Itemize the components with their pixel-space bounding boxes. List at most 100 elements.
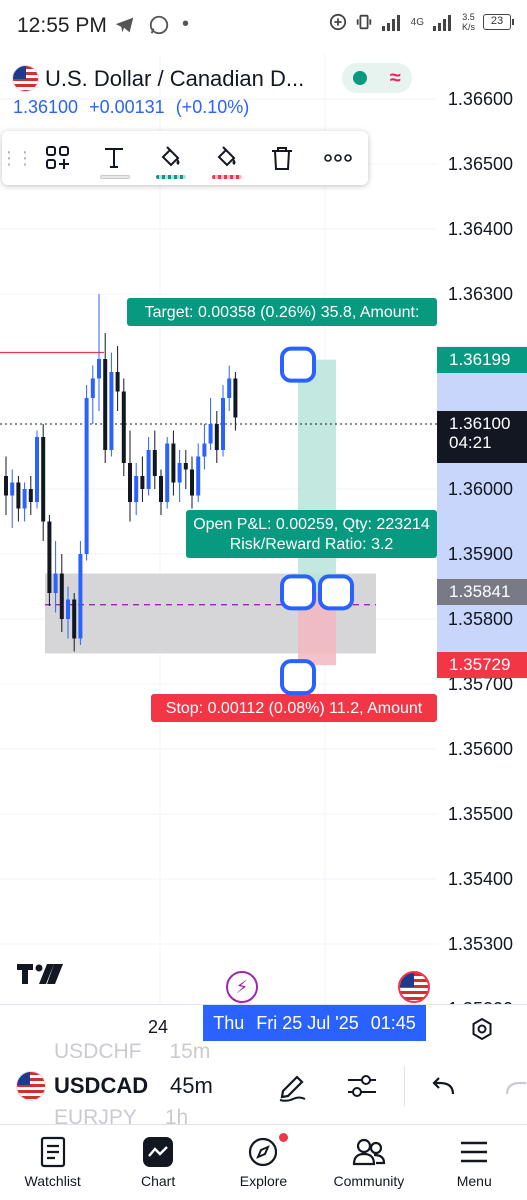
candle-up [90, 378, 95, 398]
tradingview-logo-icon [17, 964, 63, 984]
candle-down [16, 482, 21, 509]
nav-community[interactable]: Community [316, 1125, 421, 1200]
next-symbol-ghost: EURJPY 1h [54, 1106, 189, 1124]
lightning-event-icon[interactable]: ⚡ [226, 971, 258, 1003]
candle-down [128, 463, 132, 502]
drawing-toolbar: ⋮⋮ [0, 131, 368, 185]
candle-up [177, 463, 182, 483]
price-chart[interactable]: Target: 0.00358 (0.26%) 35.8, Amount: Op… [0, 54, 527, 1004]
toolbar-divider [404, 1066, 405, 1106]
target-handle[interactable] [280, 346, 316, 383]
crosshair-time-label: Thu Fri 25 Jul '25 01:45 [203, 1005, 426, 1041]
candle-up [78, 554, 83, 639]
target-price-tag: 1.36199 [437, 346, 527, 373]
candle-up [109, 372, 114, 450]
network-speed: 3.5 K/s [461, 12, 475, 32]
candle-up [84, 398, 89, 554]
community-icon [352, 1138, 385, 1166]
market-status-pill[interactable]: ≈ [342, 63, 412, 93]
entry-handle-right[interactable] [318, 574, 354, 611]
us-flag-icon [12, 65, 39, 92]
vibrate-icon [356, 14, 371, 30]
menu-icon [461, 1141, 488, 1163]
stop-color-icon [217, 146, 236, 167]
candle-down [72, 599, 77, 639]
price-change: +0.00131 [89, 97, 165, 117]
price-tick-label: 1.35300 [447, 934, 513, 954]
countdown-label: 04:21 [449, 433, 492, 452]
more-button[interactable] [310, 131, 366, 185]
last-price-tag: 1.36100 04:21 [437, 411, 527, 463]
indicators-button[interactable] [342, 1068, 382, 1104]
candle-up [35, 437, 39, 502]
text-button[interactable] [86, 131, 142, 185]
nav-chart[interactable]: Chart [105, 1125, 210, 1200]
us-event-flag-icon[interactable] [398, 971, 430, 1003]
stop-color-button[interactable] [198, 131, 254, 185]
network-type: 4G [410, 16, 424, 28]
nav-menu[interactable]: Menu [422, 1125, 527, 1200]
candle-down [103, 359, 108, 450]
status-notification-icons: • [114, 13, 189, 36]
candle-up [221, 398, 225, 450]
symbol-selector[interactable]: USDCAD [54, 1073, 148, 1099]
candle-down [159, 476, 163, 502]
status-system-icons: 4G 3.5 K/s 23 [329, 12, 514, 32]
delete-button[interactable] [254, 131, 310, 185]
status-bar: 12:55 PM • 4G 3.5 K/s 23 [0, 0, 527, 54]
object-tree-button[interactable] [30, 131, 86, 185]
add-circle-icon [329, 13, 346, 31]
price-tick-label: 1.35400 [447, 869, 513, 889]
undo-icon [432, 1077, 455, 1095]
chart-area[interactable]: Target: 0.00358 (0.26%) 35.8, Amount: Op… [0, 54, 527, 1004]
stop-price-tag: 1.35729 [437, 652, 527, 679]
drag-handle-icon[interactable]: ⋮⋮ [0, 131, 34, 185]
candle-down [214, 424, 219, 450]
usdcad-flag-icon [16, 1071, 46, 1101]
entry-handle-left[interactable] [280, 574, 316, 611]
candle-down [4, 476, 8, 496]
entry-price-tag: 1.35841 [437, 579, 527, 606]
price-change-percent: (+0.10%) [175, 97, 250, 117]
sliders-icon [348, 1075, 376, 1097]
candle-up [66, 599, 70, 619]
candle-up [208, 424, 213, 444]
watchlist-icon [40, 1136, 65, 1168]
chart-settings-icon[interactable] [470, 1017, 494, 1041]
pnl-label: Risk/Reward Ratio: 3.2 [230, 536, 394, 553]
candle-down [233, 378, 238, 418]
status-time: 12:55 PM [17, 14, 107, 37]
candle-up [165, 443, 170, 502]
wave-icon: ≈ [389, 67, 401, 89]
candle-up [146, 450, 151, 489]
redo-icon [505, 1081, 526, 1095]
more-notifications-icon: • [182, 13, 190, 35]
candle-down [59, 573, 64, 619]
stop-color-swatch [212, 175, 242, 179]
whatsapp-icon [149, 15, 169, 34]
symbol-header[interactable]: U.S. Dollar / Canadian D... [12, 65, 304, 92]
signal-2-icon [432, 15, 451, 31]
nav-explore[interactable]: Explore [211, 1125, 316, 1200]
candle-up [53, 573, 58, 593]
object-tree-icon [46, 146, 69, 169]
candle-down [28, 489, 33, 502]
battery-icon: 23 [483, 14, 514, 30]
drawing-tools-button[interactable] [272, 1068, 312, 1104]
market-open-dot-icon [353, 71, 368, 85]
redo-button[interactable] [496, 1068, 527, 1104]
nav-watchlist[interactable]: Watchlist [0, 1125, 105, 1200]
trash-icon [272, 147, 292, 170]
interval-selector[interactable]: 45m [170, 1073, 213, 1099]
candle-up [227, 378, 232, 398]
stop-handle[interactable] [280, 659, 316, 696]
candle-down [115, 372, 120, 392]
chart-icon [143, 1137, 174, 1167]
price-tick-label: 1.35600 [447, 739, 513, 759]
signal-icon [381, 15, 400, 31]
target-color-button[interactable] [142, 131, 198, 185]
price-tick-label: 1.36400 [447, 219, 513, 239]
undo-button[interactable] [424, 1068, 464, 1104]
price-tick-label: 1.36500 [447, 154, 513, 174]
symbol-title[interactable]: U.S. Dollar / Canadian D... [45, 66, 304, 92]
